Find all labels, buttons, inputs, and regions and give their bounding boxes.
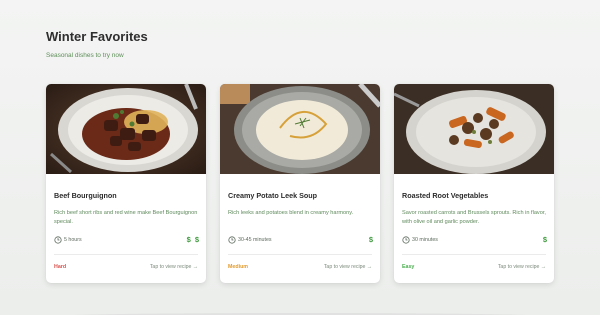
difficulty-badge: Easy — [402, 264, 415, 270]
recipe-title: Beef Bourguignon — [54, 191, 117, 200]
card-divider — [228, 254, 372, 255]
cook-time: 30-45 minutes — [238, 237, 272, 243]
view-recipe-link[interactable]: Tap to view recipe → — [498, 264, 546, 270]
beef-stew-photo — [46, 84, 206, 174]
clock-icon — [402, 236, 410, 244]
card-divider — [402, 254, 546, 255]
section-subtitle: Seasonal dishes to try now — [46, 52, 124, 59]
view-recipe-link[interactable]: Tap to view recipe → — [324, 264, 372, 270]
difficulty-badge: Hard — [54, 264, 67, 270]
cost-indicator: $ — [368, 235, 374, 244]
recipe-description: Rich beef short ribs and red wine make B… — [54, 210, 198, 225]
recipe-card-roasted-root-vegetables[interactable]: Roasted Root Vegetables Savor roasted ca… — [394, 84, 554, 283]
clock-icon — [228, 236, 236, 244]
recipe-title: Creamy Potato Leek Soup — [228, 191, 318, 200]
cook-time: 30 minutes — [412, 237, 438, 243]
card-divider — [54, 254, 198, 255]
recipe-card-potato-leek-soup[interactable]: Creamy Potato Leek Soup Rich leeks and p… — [220, 84, 380, 283]
soup-bowl-photo — [220, 84, 380, 174]
recipe-title: Roasted Root Vegetables — [402, 191, 489, 200]
recipe-meta: 30 minutes $ — [402, 235, 548, 246]
recipe-description: Rich leeks and potatoes blend in creamy … — [228, 210, 354, 216]
recipe-meta: 5 hours $ $ — [54, 235, 200, 246]
recipe-description: Savor roasted carrots and Brussels sprou… — [402, 210, 546, 225]
section-title: Winter Favorites — [46, 29, 148, 44]
cost-indicator: $ — [542, 235, 548, 244]
view-recipe-link[interactable]: Tap to view recipe → — [150, 264, 198, 270]
difficulty-badge: Medium — [228, 264, 249, 270]
recipe-card-beef-bourguignon[interactable]: Beef Bourguignon Rich beef short ribs an… — [46, 84, 206, 283]
cook-time: 5 hours — [64, 237, 82, 243]
recipe-meta: 30-45 minutes $ — [228, 235, 374, 246]
cost-indicator: $ $ — [186, 235, 200, 244]
clock-icon — [54, 236, 62, 244]
winter-favorites-section: Winter Favorites Seasonal dishes to try … — [0, 0, 600, 315]
roasted-vegetables-photo — [394, 84, 554, 174]
